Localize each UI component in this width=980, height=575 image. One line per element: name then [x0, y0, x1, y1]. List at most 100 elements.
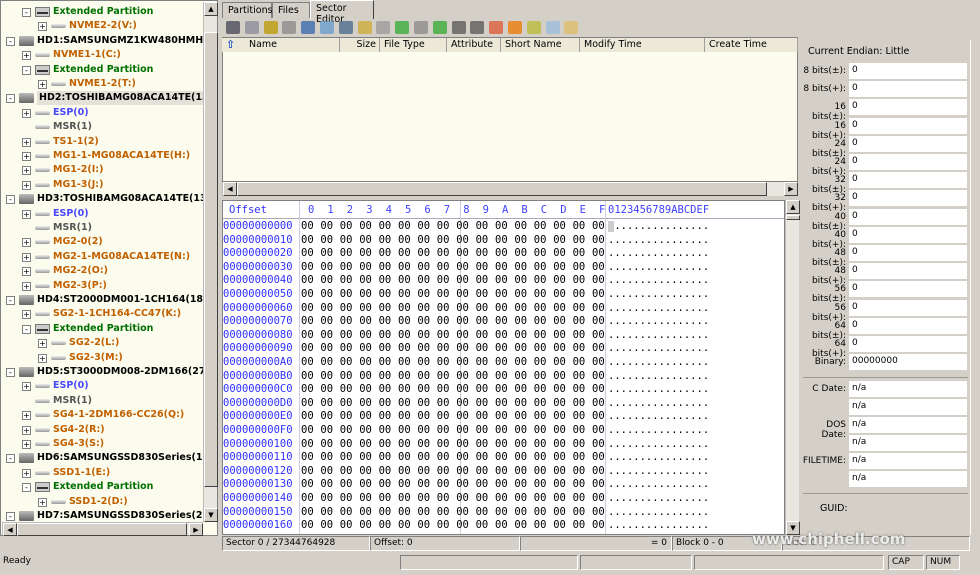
hex-byte[interactable]: 00 [379, 491, 392, 505]
hex-byte[interactable]: 00 [514, 409, 527, 423]
hex-byte[interactable]: 00 [417, 464, 430, 478]
hex-byte[interactable]: 00 [514, 260, 527, 274]
date-value-field[interactable]: n/a [849, 399, 967, 415]
hex-byte[interactable]: 00 [301, 287, 314, 301]
hex-editor[interactable]: Offset 0 1 2 3 4 5 6 7 8 9 A B C D E F 0123456789ABCDEF 00… [222, 200, 785, 535]
hex-byte[interactable]: 00 [379, 369, 392, 383]
hex-byte[interactable]: 00 [398, 477, 411, 491]
hex-byte[interactable]: 00 [340, 409, 353, 423]
sync-icon[interactable] [526, 21, 541, 34]
hex-byte[interactable]: 00 [553, 301, 566, 315]
hex-byte[interactable]: 00 [437, 341, 450, 355]
collapse-icon[interactable]: - [22, 65, 31, 75]
save-icon[interactable] [226, 21, 240, 34]
hex-byte[interactable]: 00 [553, 287, 566, 301]
ascii-text[interactable]: ................ [608, 491, 709, 505]
hex-byte[interactable]: 00 [417, 328, 430, 342]
inspector-value-field[interactable]: 0 [849, 154, 967, 170]
hex-byte[interactable]: 00 [534, 477, 547, 491]
hex-byte[interactable]: 00 [592, 273, 605, 287]
tab-partitions[interactable]: Partitions [222, 2, 273, 18]
hex-byte[interactable]: 00 [320, 219, 333, 233]
hex-byte[interactable]: 00 [398, 491, 411, 505]
inspector-value-field[interactable]: 0 [849, 281, 967, 298]
hex-byte[interactable]: 00 [301, 369, 314, 383]
hex-byte[interactable]: 00 [437, 287, 450, 301]
hex-byte[interactable]: 00 [534, 301, 547, 315]
hex-byte[interactable]: 00 [592, 301, 605, 315]
tree-item[interactable]: + TS1-1(2) [1, 135, 204, 149]
hex-byte[interactable]: 00 [301, 518, 314, 532]
hex-byte[interactable]: 00 [553, 491, 566, 505]
ascii-text[interactable]: ................ [608, 219, 709, 233]
hex-byte[interactable]: 00 [301, 423, 314, 437]
hex-byte[interactable]: 00 [592, 464, 605, 478]
undo-icon[interactable] [282, 21, 297, 34]
tree-item[interactable]: + SG4-3(S:) [1, 437, 204, 451]
tree-item[interactable]: MSR(1) [1, 394, 204, 408]
hex-byte[interactable]: 00 [456, 355, 469, 369]
tree-item[interactable]: + ESP(0) [1, 106, 204, 120]
hex-byte[interactable]: 00 [573, 382, 586, 396]
ascii-text[interactable]: ................ [608, 505, 709, 519]
disk-tree[interactable]: - Extended Partition + NVME2-2(V:) - HD1:SAMS… [0, 0, 218, 536]
hex-byte[interactable]: 00 [417, 491, 430, 505]
hex-byte[interactable]: 00 [514, 450, 527, 464]
tree-item[interactable]: - HD1:SAMSUNGMZ1KW480HMHQ-00 [1, 34, 217, 48]
hex-byte[interactable]: 00 [340, 233, 353, 247]
hex-byte[interactable]: 00 [553, 314, 566, 328]
tree-item[interactable]: MSR(1) [1, 221, 204, 235]
hex-byte[interactable]: 00 [553, 341, 566, 355]
collapse-icon[interactable]: - [6, 296, 15, 305]
hex-byte[interactable]: 00 [476, 491, 489, 505]
hex-byte[interactable]: 00 [514, 328, 527, 342]
hex-byte[interactable]: 00 [495, 355, 508, 369]
hex-byte[interactable]: 00 [437, 273, 450, 287]
hex-byte[interactable]: 00 [301, 219, 314, 233]
hex-byte[interactable]: 00 [398, 287, 411, 301]
hex-byte[interactable]: 00 [437, 491, 450, 505]
hex-byte[interactable]: 00 [534, 260, 547, 274]
hex-byte[interactable]: 00 [437, 396, 450, 410]
hex-byte[interactable]: 00 [437, 409, 450, 423]
scroll-up-button[interactable]: ▲ [786, 200, 800, 214]
hex-byte[interactable]: 00 [534, 341, 547, 355]
expand-icon[interactable]: + [22, 238, 31, 248]
goto-icon[interactable] [338, 21, 353, 34]
hex-byte[interactable]: 00 [320, 287, 333, 301]
tree-item[interactable]: + MG1-2(I:) [1, 163, 204, 177]
hex-byte[interactable]: 00 [573, 355, 586, 369]
ascii-text[interactable]: ................ [608, 437, 709, 451]
hex-byte[interactable]: 00 [320, 301, 333, 315]
hex-byte[interactable]: 00 [495, 505, 508, 519]
column-header-name[interactable]: Name [222, 38, 340, 52]
hex-byte[interactable]: 00 [456, 423, 469, 437]
hex-byte[interactable]: 00 [592, 396, 605, 410]
scroll-up-button[interactable]: ▲ [204, 2, 218, 16]
expand-icon[interactable]: + [22, 425, 31, 435]
hex-byte[interactable]: 00 [340, 505, 353, 519]
hex-byte[interactable]: 00 [379, 382, 392, 396]
hex-byte[interactable]: 00 [417, 260, 430, 274]
tree-item[interactable]: + ESP(0) [1, 207, 204, 221]
hex-byte[interactable]: 00 [514, 505, 527, 519]
hex-byte[interactable]: 00 [340, 328, 353, 342]
hex-byte[interactable]: 00 [592, 246, 605, 260]
date-value-field[interactable]: n/a [849, 471, 967, 487]
hex-byte[interactable]: 00 [534, 273, 547, 287]
hex-byte[interactable]: 00 [476, 287, 489, 301]
hex-byte[interactable]: 00 [340, 423, 353, 437]
hex-byte[interactable]: 00 [437, 301, 450, 315]
hex-byte[interactable]: 00 [301, 273, 314, 287]
hex-byte[interactable]: 00 [417, 409, 430, 423]
hex-byte[interactable]: 00 [514, 301, 527, 315]
hex-byte[interactable]: 00 [359, 328, 372, 342]
last-icon[interactable] [432, 21, 447, 34]
hex-byte[interactable]: 00 [476, 477, 489, 491]
hex-byte[interactable]: 00 [301, 355, 314, 369]
first-icon[interactable] [414, 21, 428, 34]
inspector-value-field[interactable]: 0 [849, 190, 967, 207]
hex-byte[interactable]: 00 [320, 518, 333, 532]
scroll-thumb[interactable] [17, 523, 187, 536]
inspector-value-field[interactable]: 0 [849, 208, 967, 225]
